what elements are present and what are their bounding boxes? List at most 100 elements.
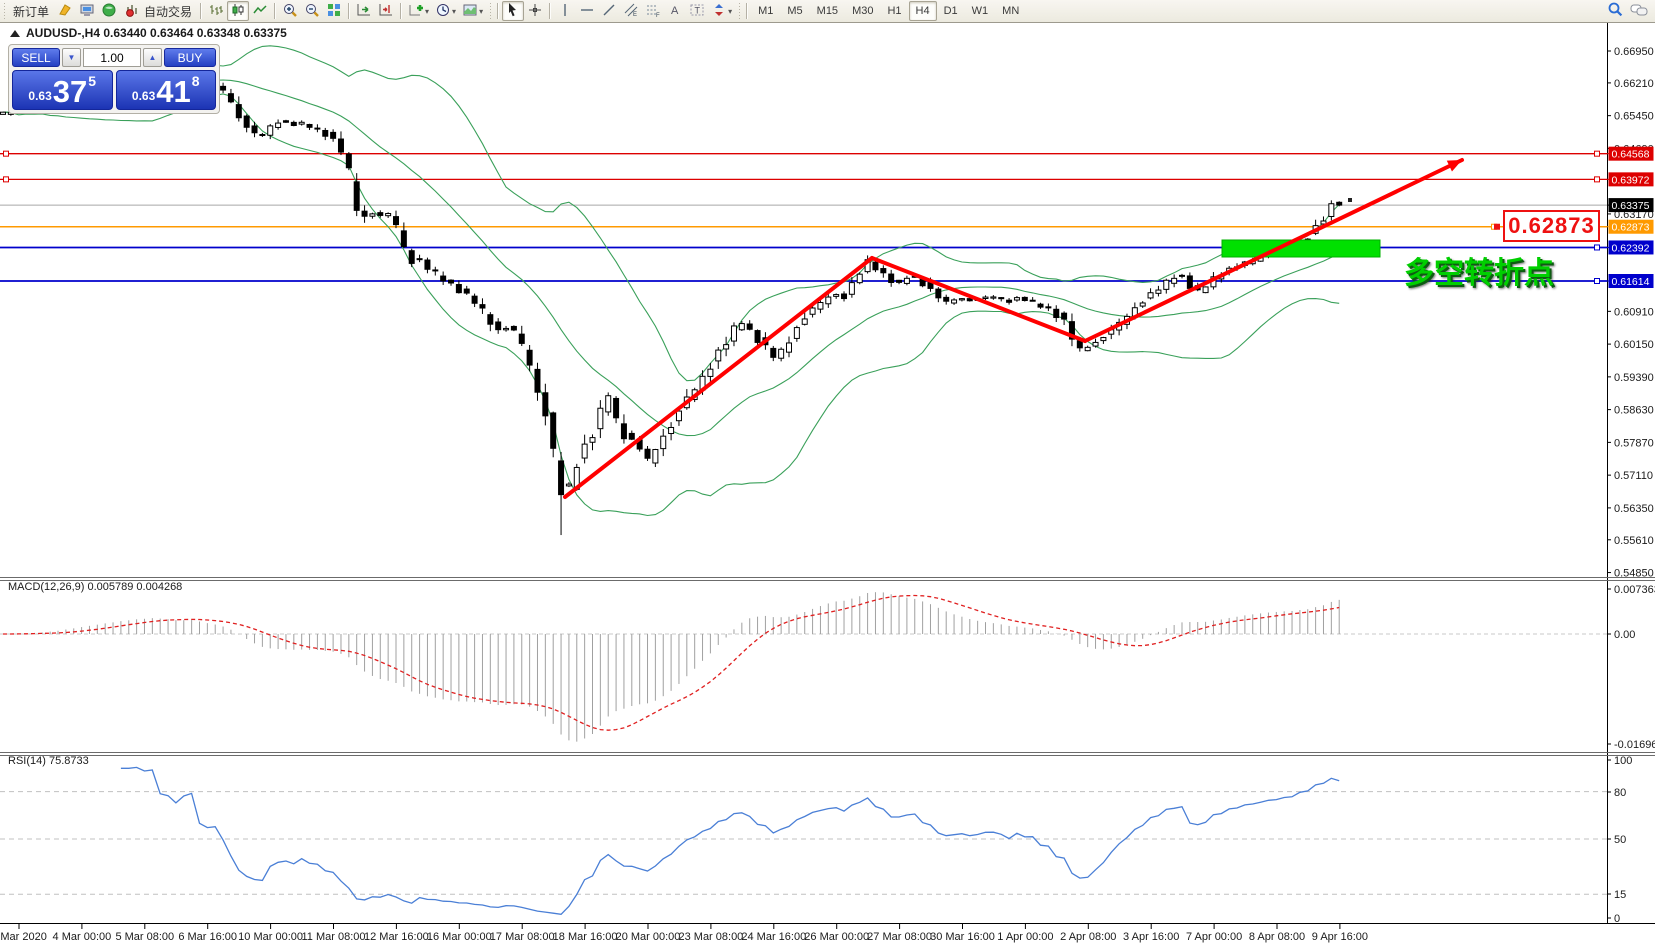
indicators-button[interactable]: ▾ [405, 1, 432, 21]
line-anchor-handle[interactable] [4, 177, 9, 182]
fibonacci-button[interactable]: F [642, 1, 664, 21]
candle-body [559, 461, 564, 495]
macd-values: 0.005789 0.004268 [87, 581, 182, 593]
autotrading-icon [125, 2, 141, 21]
vps-button[interactable] [76, 1, 98, 21]
chart-canvas[interactable]: 0.669500.662100.654500.646900.631700.609… [0, 22, 1655, 949]
panel-toggle-icon[interactable] [10, 30, 20, 37]
timeframe-button-m1[interactable]: M1 [751, 1, 780, 21]
timeframe-button-d1[interactable]: D1 [937, 1, 965, 21]
candle-body [409, 251, 414, 264]
candle-body [1203, 287, 1208, 293]
bar-chart-button[interactable] [205, 1, 227, 21]
buy-button[interactable]: BUY [164, 48, 216, 67]
new-order-button[interactable]: 新订单 [8, 1, 54, 21]
volume-decrease-button[interactable]: ▼ [62, 48, 81, 67]
zoom-in-button[interactable] [279, 1, 301, 21]
toolbar-separator [400, 3, 402, 19]
timeframe-button-m30[interactable]: M30 [845, 1, 880, 21]
candle-body [818, 303, 823, 310]
time-tick-label: 23 Mar 08:00 [678, 931, 743, 943]
timeframe-button-mn[interactable]: MN [995, 1, 1026, 21]
metaeditor-button[interactable] [54, 1, 76, 21]
horizontal-line-button[interactable] [576, 1, 598, 21]
candle-body [323, 130, 328, 136]
line-anchor-handle[interactable] [4, 151, 9, 156]
templates-button[interactable]: ▾ [459, 1, 486, 21]
dropdown-caret-icon: ▾ [728, 7, 732, 16]
fibonacci-icon: F [645, 2, 661, 21]
auto-scroll-button[interactable] [353, 1, 375, 21]
time-tick-label: 20 Mar 00:00 [616, 931, 681, 943]
community-button[interactable] [98, 1, 120, 21]
line-anchor-handle[interactable] [1595, 177, 1600, 182]
candle-body [1007, 300, 1012, 302]
line-chart-button[interactable] [249, 1, 271, 21]
timeframe-button-h1[interactable]: H1 [880, 1, 908, 21]
arrows-tool-button[interactable]: ▾ [708, 1, 735, 21]
svg-text:T: T [695, 5, 701, 15]
turning-point-annotation[interactable]: 多空转折点 [1404, 248, 1554, 292]
candle-body [1054, 309, 1059, 317]
candle-body [1156, 290, 1161, 293]
trendline-button[interactable] [598, 1, 620, 21]
vertical-line-button[interactable] [554, 1, 576, 21]
candlestick-chart-button[interactable] [227, 1, 249, 21]
periods-button[interactable]: ▾ [432, 1, 459, 21]
sell-button[interactable]: SELL [12, 48, 60, 67]
timeframe-button-w1[interactable]: W1 [965, 1, 996, 21]
time-tick-label: 1 Apr 00:00 [997, 931, 1053, 943]
candle-body [1187, 276, 1192, 288]
volume-input[interactable] [83, 48, 141, 67]
candle-body [598, 408, 603, 428]
text-tool-button[interactable]: A [664, 1, 686, 21]
text-label-button[interactable]: T [686, 1, 708, 21]
zoom-out-button[interactable] [301, 1, 323, 21]
chat-button[interactable] [1627, 1, 1651, 21]
timeframe-button-m5[interactable]: M5 [780, 1, 809, 21]
buy-price-panel[interactable]: 0.63 41 8 [116, 70, 217, 110]
highlight-zone-rect[interactable] [1222, 240, 1380, 257]
toolbar-grip [488, 3, 492, 19]
candle-body [794, 328, 799, 339]
candle-body [276, 123, 281, 127]
timeframe-button-h4[interactable]: H4 [909, 1, 937, 21]
search-button[interactable] [1604, 1, 1627, 21]
toolbar-right-group [1604, 1, 1651, 21]
line-chart-icon [252, 2, 268, 21]
candle-body [1062, 313, 1067, 319]
time-tick-label: 11 Mar 08:00 [301, 931, 365, 943]
candle-body [236, 105, 241, 118]
price-tick-label: 0.66210 [1614, 78, 1654, 90]
svg-text:F: F [656, 13, 660, 18]
candle-body [378, 213, 383, 216]
line-anchor-handle[interactable] [1595, 279, 1600, 284]
candle-body [464, 289, 469, 293]
tile-windows-button[interactable] [323, 1, 345, 21]
time-tick-label: 10 Mar 00:00 [238, 931, 303, 943]
callout-anchor-handle[interactable] [1494, 224, 1500, 230]
line-anchor-handle[interactable] [1595, 245, 1600, 250]
toolbar-separator [497, 3, 499, 19]
time-tick-label: 26 Mar 00:00 [804, 931, 869, 943]
volume-increase-button[interactable]: ▲ [143, 48, 162, 67]
candle-body [629, 433, 634, 439]
price-callout-box[interactable]: 0.62873 [1503, 210, 1600, 242]
cursor-tool-button[interactable] [502, 1, 524, 21]
timeframe-button-m15[interactable]: M15 [810, 1, 845, 21]
line-anchor-handle[interactable] [1595, 151, 1600, 156]
crosshair-tool-button[interactable] [524, 1, 546, 21]
equidistant-channel-button[interactable]: E [620, 1, 642, 21]
chart-shift-button[interactable] [375, 1, 397, 21]
chart-shift-icon [378, 2, 394, 21]
rsi-name: RSI(14) [8, 755, 46, 767]
candle-body [417, 259, 422, 260]
dropdown-caret-icon: ▾ [479, 7, 483, 16]
candle-body [731, 326, 736, 341]
toolbar-separator [746, 3, 748, 19]
candle-body [1172, 278, 1177, 283]
candle-body [480, 305, 485, 308]
sell-price-panel[interactable]: 0.63 37 5 [12, 70, 113, 110]
candle-body [802, 319, 807, 324]
autotrading-button[interactable]: 自动交易 [120, 1, 197, 21]
